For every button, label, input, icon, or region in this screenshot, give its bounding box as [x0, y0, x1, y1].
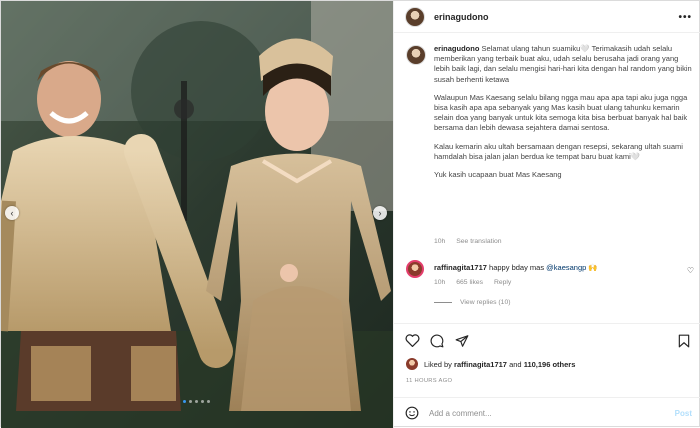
reply-link[interactable]: Reply: [494, 279, 511, 286]
replies-divider: [434, 302, 452, 303]
caption-username[interactable]: erinagudono: [434, 44, 479, 53]
caption-text: erinagudono Selamat ulang tahun suamiku🤍…: [434, 44, 692, 188]
add-comment-bar: Post: [394, 397, 700, 428]
view-replies-label: View replies (10): [460, 299, 511, 306]
caption-meta: 10h See translation: [434, 238, 511, 245]
author-username[interactable]: erinagudono: [434, 12, 489, 22]
carousel-dot: [189, 400, 192, 403]
comments-section[interactable]: erinagudono Selamat ulang tahun suamiku🤍…: [394, 33, 700, 323]
carousel-dot: [207, 400, 210, 403]
comment-time: 10h: [434, 279, 446, 286]
heart-icon[interactable]: [405, 334, 420, 347]
next-arrow-icon[interactable]: ›: [373, 206, 387, 220]
see-translation-link[interactable]: See translation: [456, 238, 501, 245]
liker-avatar[interactable]: [406, 358, 418, 370]
share-icon[interactable]: [455, 334, 469, 348]
mention-link[interactable]: @kaesangp: [546, 263, 586, 272]
liker-username[interactable]: raffinagita1717: [454, 360, 507, 369]
post-header: erinagudono •••: [394, 1, 700, 33]
carousel-dot: [201, 400, 204, 403]
comment-text: raffinagita1717 happy bday mas @kaesangp…: [434, 263, 674, 272]
post-comment-button[interactable]: Post: [675, 409, 692, 418]
author-avatar[interactable]: [405, 6, 425, 27]
comment-body: happy bday mas: [489, 263, 547, 272]
commenter-username[interactable]: raffinagita1717: [434, 263, 487, 272]
action-bar: [394, 323, 700, 353]
post-photo[interactable]: ‹ ›: [1, 1, 393, 428]
caption-paragraph-2: Walaupun Mas Kaesang selalu bilang ngga …: [434, 92, 688, 133]
comment-icon[interactable]: [430, 334, 444, 348]
comment-emoji: 🙌: [588, 263, 598, 272]
carousel-dots: [183, 400, 210, 403]
carousel-dot: [195, 400, 198, 403]
add-comment-input[interactable]: [429, 408, 659, 418]
carousel-dot: [183, 400, 186, 403]
caption-paragraph-3: Kalau kemarin aku ultah bersamaan dengan…: [434, 141, 683, 161]
previous-arrow-icon[interactable]: ‹: [5, 206, 19, 220]
comment-like-heart-icon[interactable]: ♡: [687, 266, 694, 275]
bookmark-icon[interactable]: [678, 334, 690, 348]
wedding-couple-image: [1, 1, 393, 428]
liked-by-and: and: [509, 359, 522, 369]
caption-time: 10h: [434, 238, 446, 245]
instagram-post-modal: ‹ › erinagudono ••• erinagudono Selamat …: [0, 0, 700, 428]
liked-by-prefix: Liked by: [424, 359, 452, 369]
likes-summary: Liked by raffinagita1717 and 110,196 oth…: [406, 358, 575, 370]
emoji-icon[interactable]: [405, 406, 419, 420]
post-details-panel: erinagudono ••• erinagudono Selamat ulan…: [393, 1, 700, 428]
comment-likes[interactable]: 665 likes: [456, 279, 483, 286]
caption-avatar[interactable]: [406, 45, 426, 65]
commenter-avatar[interactable]: [406, 260, 424, 278]
post-timestamp[interactable]: 11 HOURS AGO: [406, 378, 452, 384]
caption-paragraph-4: Yuk kasih ucapaan buat Mas Kaesang: [434, 170, 562, 180]
comment-meta: 10h 665 likes Reply: [434, 279, 520, 286]
more-dots-icon[interactable]: •••: [678, 12, 692, 23]
likes-count[interactable]: 110,196 others: [524, 360, 576, 369]
view-replies-link[interactable]: View replies (10): [434, 299, 511, 306]
